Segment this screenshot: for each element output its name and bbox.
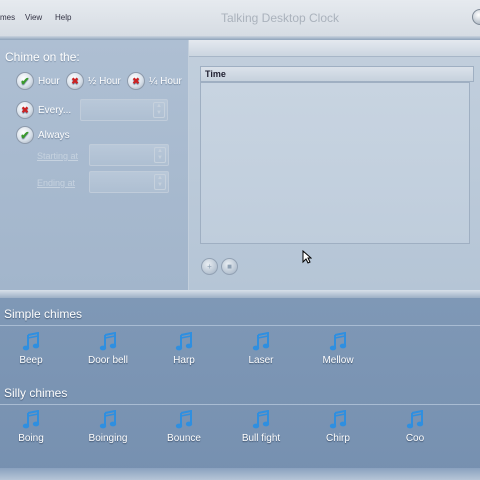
- option-every-label: Every...: [38, 104, 72, 116]
- panel-separator[interactable]: [0, 290, 480, 298]
- chime-item-label: Coo: [405, 433, 425, 444]
- silly-chimes-title: Silly chimes: [4, 386, 68, 400]
- music-note-icon: [99, 332, 117, 351]
- option-hour-label: Hour: [38, 75, 60, 87]
- ending-at-label: Ending at: [37, 178, 76, 188]
- ending-at-spinner[interactable]: ▲ ▼: [154, 174, 166, 190]
- chime-on-label: Chime on the:: [5, 50, 80, 64]
- music-note-icon: [406, 410, 424, 429]
- chime-item-label: Boinging: [88, 433, 128, 444]
- window-title: Talking Desktop Clock: [220, 11, 340, 25]
- chime-item[interactable]: Boinging: [73, 410, 143, 444]
- chime-item[interactable]: Door bell: [73, 332, 143, 366]
- cross-icon[interactable]: ✖: [16, 101, 34, 119]
- music-note-icon: [329, 332, 347, 351]
- music-note-icon: [175, 332, 193, 351]
- chime-item-label: Bull fight: [241, 433, 281, 444]
- chime-options-panel: Chime on the: ✔ Hour ✖ ½ Hour ✖ ¼ Hour ✖…: [0, 40, 189, 290]
- check-icon[interactable]: ✔: [16, 126, 34, 144]
- chime-item-label: Beep: [19, 355, 43, 366]
- ending-at-field[interactable]: ▲ ▼: [89, 171, 169, 193]
- silly-chimes-divider: [0, 404, 480, 405]
- every-spinner[interactable]: ▲ ▼: [153, 102, 165, 118]
- chime-item[interactable]: Bounce: [149, 410, 219, 444]
- title-bar: mes View Help Talking Desktop Clock: [0, 0, 480, 37]
- option-always[interactable]: ✔ Always: [16, 126, 70, 144]
- chime-item-label: Boing: [18, 433, 44, 444]
- music-note-icon: [22, 332, 40, 351]
- time-list[interactable]: [200, 82, 470, 244]
- chime-item-label: Bounce: [167, 433, 201, 444]
- music-note-icon: [175, 410, 193, 429]
- simple-chimes-divider: [0, 325, 480, 326]
- music-note-icon: [22, 410, 40, 429]
- chime-item-label: Laser: [248, 355, 274, 366]
- add-time-button[interactable]: +: [201, 258, 218, 275]
- every-interval-field[interactable]: ▲ ▼: [80, 99, 168, 121]
- chime-item[interactable]: Beep: [0, 332, 66, 366]
- chime-item[interactable]: Coo: [380, 410, 450, 444]
- music-note-icon: [252, 410, 270, 429]
- starting-at-label: Starting at: [37, 151, 79, 161]
- chime-item[interactable]: Laser: [226, 332, 296, 366]
- chime-item-label: Chirp: [326, 433, 350, 444]
- starting-at-field[interactable]: ▲ ▼: [89, 144, 169, 166]
- option-half-hour-label: ½ Hour: [88, 75, 121, 87]
- option-quarter-hour[interactable]: ✖ ¼ Hour: [127, 72, 182, 90]
- time-column-header[interactable]: Time: [200, 66, 474, 82]
- chime-item[interactable]: Harp: [149, 332, 219, 366]
- schedule-panel-header: [189, 40, 480, 57]
- bottom-edge: [0, 468, 480, 480]
- starting-at-spinner[interactable]: ▲ ▼: [154, 147, 166, 163]
- music-note-icon: [99, 410, 117, 429]
- simple-chimes-title: Simple chimes: [4, 307, 83, 321]
- cross-icon[interactable]: ✖: [66, 72, 84, 90]
- option-quarter-hour-label: ¼ Hour: [149, 75, 182, 87]
- option-hour[interactable]: ✔ Hour: [16, 72, 60, 90]
- chime-item[interactable]: Mellow: [303, 332, 373, 366]
- cross-icon[interactable]: ✖: [127, 72, 145, 90]
- mouse-pointer-icon: [302, 250, 312, 264]
- chime-item[interactable]: Bull fight: [226, 410, 296, 444]
- option-half-hour[interactable]: ✖ ½ Hour: [66, 72, 121, 90]
- chime-item-label: Mellow: [322, 355, 354, 366]
- music-note-icon: [329, 410, 347, 429]
- option-every[interactable]: ✖ Every...: [16, 101, 71, 119]
- music-note-icon: [252, 332, 270, 351]
- chime-item[interactable]: Boing: [0, 410, 66, 444]
- chime-item-label: Door bell: [87, 355, 129, 366]
- chime-item-label: Harp: [173, 355, 195, 366]
- chime-item[interactable]: Chirp: [303, 410, 373, 444]
- check-icon[interactable]: ✔: [16, 72, 34, 90]
- remove-time-button[interactable]: ■: [221, 258, 238, 275]
- option-always-label: Always: [38, 129, 70, 141]
